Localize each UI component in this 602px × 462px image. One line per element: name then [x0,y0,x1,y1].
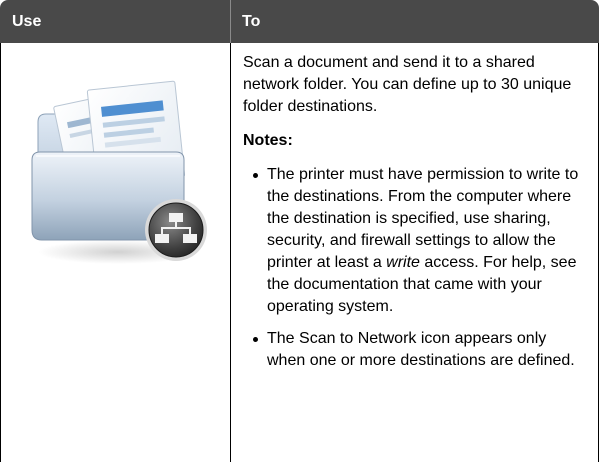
note-item: The printer must have permission to writ… [243,164,585,318]
note-emphasis: write [386,254,420,271]
header-divider [230,0,231,43]
scan-to-network-folder-icon [30,74,210,274]
description-cell: Scan a document and send it to a shared … [243,52,585,382]
column-divider [230,43,231,462]
column-header-to: To [242,13,261,30]
table-border-right [598,43,599,462]
bullet-icon [253,337,258,342]
bullet-icon [253,173,258,178]
column-header-use: Use [12,13,42,30]
notes-label: Notes: [243,132,293,149]
note-text: The Scan to Network icon appears only wh… [267,330,575,369]
note-item: The Scan to Network icon appears only wh… [243,328,585,372]
description-text: Scan a document and send it to a shared … [243,54,572,115]
table-border-left [0,43,1,462]
table-header: Use To [0,0,599,43]
features-table: Use To Scan a document and send it to a … [0,0,599,462]
